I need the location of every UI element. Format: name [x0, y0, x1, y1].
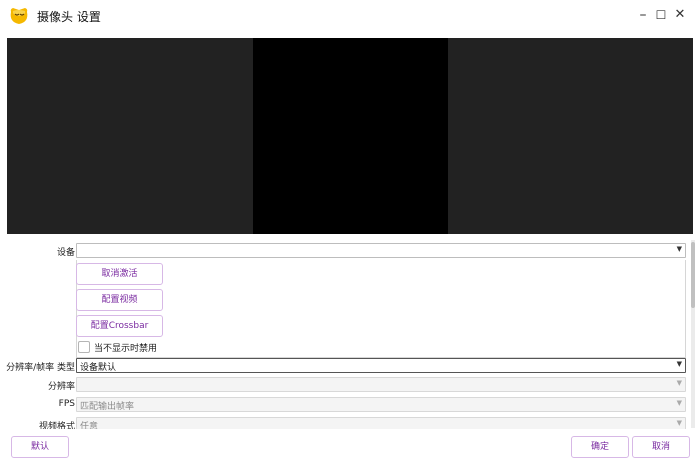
chevron-down-icon: ▼: [676, 360, 682, 368]
resolution-label: 分辨率: [47, 382, 75, 392]
device-select[interactable]: ▼: [76, 243, 686, 258]
resolution-fps-type-select[interactable]: 设备默认 ▼: [76, 358, 686, 373]
defaults-button[interactable]: 默认: [11, 436, 69, 458]
chevron-down-icon: ▼: [676, 379, 682, 387]
ok-button[interactable]: 确定: [571, 436, 629, 458]
resolution-select[interactable]: ▼: [76, 377, 686, 392]
app-logo-icon: [10, 8, 28, 24]
dialog-footer: 默认 确定 取消: [0, 430, 700, 465]
configure-crossbar-button[interactable]: 配置Crossbar: [76, 315, 163, 337]
camera-preview: [7, 38, 693, 234]
chevron-down-icon: ▼: [676, 399, 682, 407]
deactivate-when-hidden-checkbox[interactable]: [78, 341, 90, 353]
fps-select[interactable]: 匹配输出帧率 ▼: [76, 397, 686, 412]
configure-video-button[interactable]: 配置视频: [76, 289, 163, 311]
cancel-button[interactable]: 取消: [632, 436, 690, 458]
settings-form: 设备 ▼ 取消激活 配置视频 配置Crossbar 当不显示时禁用 分辨率/帧率…: [0, 236, 700, 429]
maximize-button[interactable]: ☐: [653, 6, 669, 24]
camera-preview-frame: [253, 38, 448, 234]
chevron-down-icon: ▼: [676, 245, 682, 253]
fps-value: 匹配输出帧率: [80, 402, 135, 412]
deactivate-button[interactable]: 取消激活: [76, 263, 163, 285]
resolution-fps-type-value: 设备默认: [80, 363, 117, 373]
close-button[interactable]: ✕: [672, 6, 688, 24]
settings-scrollbar-thumb[interactable]: [691, 242, 695, 308]
title-bar: 摄像头 设置 – ☐ ✕: [0, 0, 700, 31]
deactivate-when-hidden-label: 当不显示时禁用: [94, 344, 158, 354]
video-format-select[interactable]: 任意 ▼: [76, 417, 686, 429]
minimize-button[interactable]: –: [635, 6, 651, 24]
chevron-down-icon: ▼: [676, 419, 682, 427]
video-format-value: 任意: [80, 422, 99, 429]
window-title: 摄像头 设置: [37, 10, 101, 24]
fps-label: FPS: [58, 399, 75, 409]
device-options-panel: [76, 260, 686, 358]
resolution-fps-type-label: 分辨率/帧率 类型: [6, 363, 75, 373]
device-label: 设备: [56, 248, 75, 258]
video-format-label: 视频格式: [38, 422, 75, 429]
